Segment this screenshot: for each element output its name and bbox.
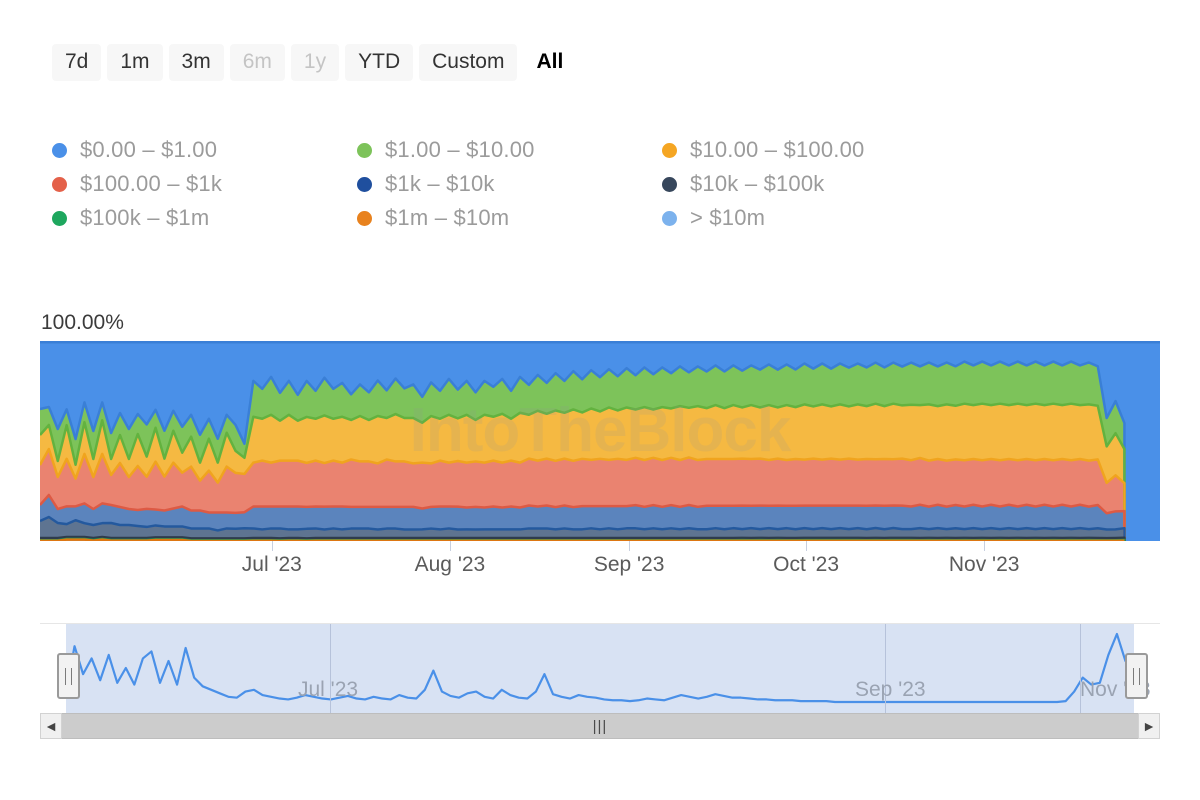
range-button-custom[interactable]: Custom	[419, 44, 518, 81]
legend-color-dot-icon	[357, 210, 372, 226]
y-axis-label-100: 100.00%	[41, 311, 124, 334]
range-button-3m[interactable]: 3m	[168, 44, 224, 81]
x-axis-tick-0	[271, 541, 273, 551]
navigator-line	[64, 632, 1135, 704]
handle-grip-icon	[65, 667, 72, 685]
navigator-handle-left[interactable]	[57, 653, 80, 699]
chart-scrollbar[interactable]: ◄ ||| ►	[40, 713, 1160, 739]
x-axis-label-2: Sep '23	[593, 553, 665, 576]
navigator-sparkline	[64, 632, 1135, 704]
handle-grip-icon	[1133, 667, 1140, 685]
legend-item-8[interactable]: > $10m	[662, 201, 992, 235]
x-axis-tick-3	[806, 541, 808, 551]
x-axis-label-1: Aug '23	[414, 553, 486, 576]
x-axis: Jul '23 Aug '23 Sep '23 Oct '23 Nov '23	[40, 541, 1160, 591]
x-axis-label-4: Nov '23	[948, 553, 1020, 576]
legend-item-label: $10.00 – $100.00	[690, 137, 865, 162]
legend-item-label: $10k – $100k	[690, 171, 825, 196]
navigator-gridline-1	[885, 624, 886, 713]
range-button-1y[interactable]: 1y	[290, 44, 340, 81]
legend-item-7[interactable]: $1m – $10m	[357, 201, 662, 235]
chart-navigator[interactable]: Jul '23 Sep '23 Nov '23	[40, 623, 1160, 713]
legend-item-5[interactable]: $10k – $100k	[662, 167, 992, 201]
legend-item-6[interactable]: $100k – $1m	[52, 201, 357, 235]
legend-item-0[interactable]: $0.00 – $1.00	[52, 133, 357, 167]
scroll-left-arrow-icon[interactable]: ◄	[40, 713, 62, 739]
range-button-ytd[interactable]: YTD	[345, 44, 414, 81]
scrollbar-track[interactable]: |||	[62, 713, 1138, 739]
legend-item-label: $100.00 – $1k	[80, 171, 223, 196]
navigator-gridline-2	[1080, 624, 1081, 713]
legend-item-2[interactable]: $10.00 – $100.00	[662, 133, 992, 167]
legend-color-dot-icon	[662, 210, 677, 226]
range-button-1m[interactable]: 1m	[107, 44, 163, 81]
stacked-area-chart: 100.00% 66.67% 33.33% 0.00% IntoTheBlock…	[0, 300, 1200, 600]
legend-color-dot-icon	[357, 176, 372, 192]
x-axis-tick-2	[629, 541, 631, 551]
legend-color-dot-icon	[357, 142, 372, 158]
x-axis-tick-1	[449, 541, 451, 551]
legend-item-label: $1.00 – $10.00	[385, 137, 535, 162]
range-button-6m[interactable]: 6m	[229, 44, 285, 81]
range-button-7d[interactable]: 7d	[52, 44, 102, 81]
range-button-all[interactable]: All	[523, 44, 576, 81]
x-axis-tick-4	[984, 541, 986, 551]
range-selector: 7d 1m 3m 6m 1y YTD Custom All	[52, 44, 576, 81]
legend-color-dot-icon	[662, 176, 677, 192]
chart-top-border	[40, 341, 1160, 344]
legend-item-label: $1k – $10k	[385, 171, 495, 196]
legend-item-3[interactable]: $100.00 – $1k	[52, 167, 357, 201]
legend-item-label: > $10m	[690, 205, 766, 230]
legend-color-dot-icon	[52, 176, 67, 192]
legend-color-dot-icon	[52, 142, 67, 158]
legend-item-4[interactable]: $1k – $10k	[357, 167, 662, 201]
scrollbar-grip-icon: |||	[592, 717, 608, 735]
legend-color-dot-icon	[662, 142, 677, 158]
x-axis-label-3: Oct '23	[773, 553, 840, 576]
scroll-right-arrow-icon[interactable]: ►	[1138, 713, 1160, 739]
legend-item-label: $100k – $1m	[80, 205, 210, 230]
x-axis-label-0: Jul '23	[241, 553, 302, 576]
chart-plot-svg[interactable]	[40, 341, 1160, 541]
legend-color-dot-icon	[52, 210, 67, 226]
navigator-handle-right[interactable]	[1125, 653, 1148, 699]
legend-item-1[interactable]: $1.00 – $10.00	[357, 133, 662, 167]
legend-item-label: $0.00 – $1.00	[80, 137, 218, 162]
legend-item-label: $1m – $10m	[385, 205, 510, 230]
series-legend: $0.00 – $1.00 $1.00 – $10.00 $10.00 – $100…	[52, 133, 992, 235]
navigator-gridline-0	[330, 624, 331, 713]
